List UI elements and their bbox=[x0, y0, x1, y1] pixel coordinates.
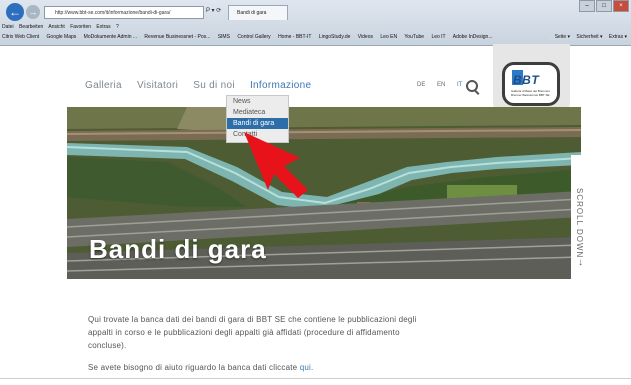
main-nav: Galleria Visitatori Su di noi Informazio… bbox=[85, 80, 323, 91]
nav-item-visitatori[interactable]: Visitatori bbox=[137, 80, 178, 91]
menu-item[interactable]: ? bbox=[116, 24, 119, 30]
dropdown-item-mediateca[interactable]: Mediateca bbox=[227, 107, 288, 118]
nav-item-informazione[interactable]: Informazione bbox=[250, 80, 311, 91]
favorite-link[interactable]: LingoStudy.de bbox=[319, 34, 351, 40]
language-switcher: DE EN IT bbox=[417, 82, 472, 88]
tool-security[interactable]: Sicherheit ▾ bbox=[576, 34, 602, 40]
logo-text: BBT bbox=[513, 73, 540, 87]
lang-de[interactable]: DE bbox=[417, 82, 425, 88]
favorite-link[interactable]: Google Maps bbox=[47, 34, 77, 40]
favorite-link[interactable]: SIMS bbox=[218, 34, 230, 40]
red-arrow-icon bbox=[244, 132, 308, 198]
window-controls: – □ × bbox=[579, 0, 629, 12]
favorite-link[interactable]: YouTube bbox=[404, 34, 424, 40]
minimize-icon[interactable]: – bbox=[579, 0, 595, 12]
favorite-link[interactable]: Videos bbox=[358, 34, 373, 40]
scroll-down-arrow-icon[interactable]: ↓ bbox=[578, 257, 583, 268]
favorite-link[interactable]: MoDokumente Admin ... bbox=[84, 34, 137, 40]
browser-tools: Seite ▾ Sicherheit ▾ Extras ▾ bbox=[547, 34, 627, 40]
maximize-icon[interactable]: □ bbox=[596, 0, 612, 12]
intro-text: Qui trovate la banca dati dei bandi di g… bbox=[88, 315, 417, 350]
logo-card: BBT Galleria di Base del Brennero Brenne… bbox=[502, 62, 560, 106]
hero-title: Bandi di gara bbox=[89, 234, 267, 264]
address-bar[interactable]: http://www.bbt-se.com/it/informazione/ba… bbox=[44, 6, 204, 19]
forward-arrow-icon[interactable]: → bbox=[26, 5, 40, 19]
browser-tab[interactable]: Bandi di gara bbox=[228, 5, 288, 20]
tool-page[interactable]: Seite ▾ bbox=[555, 34, 570, 40]
close-icon[interactable]: × bbox=[613, 0, 629, 12]
dropdown-item-news[interactable]: News bbox=[227, 96, 288, 107]
help-link[interactable]: qui bbox=[300, 363, 311, 372]
favorite-link[interactable]: Adobe InDesign... bbox=[453, 34, 493, 40]
favorite-link[interactable]: Leo EN bbox=[380, 34, 397, 40]
logo-subtitle: Galleria di Base del Brennero Brenner Ba… bbox=[511, 89, 551, 97]
help-text-end: . bbox=[311, 363, 314, 372]
nav-item-galleria[interactable]: Galleria bbox=[85, 80, 122, 91]
tool-extras[interactable]: Extras ▾ bbox=[609, 34, 627, 40]
hero-image: Bandi di gara bbox=[67, 107, 581, 279]
favorite-link[interactable]: Control Gallery bbox=[237, 34, 270, 40]
browser-chrome: ← → http://www.bbt-se.com/it/informazion… bbox=[0, 0, 631, 46]
search-icon[interactable] bbox=[466, 80, 478, 92]
menu-item[interactable]: Extras bbox=[96, 24, 110, 30]
favorite-link[interactable]: Leo IT bbox=[431, 34, 445, 40]
menu-item[interactable]: Datei bbox=[2, 24, 14, 30]
help-text: Se avete bisogno di aiuto riguardo la ba… bbox=[88, 363, 313, 372]
favorite-link[interactable]: Revenue Businessnet - Pos... bbox=[144, 34, 210, 40]
menu-item[interactable]: Bearbeiten bbox=[19, 24, 43, 30]
lang-en[interactable]: EN bbox=[437, 82, 445, 88]
help-text-main: Se avete bisogno di aiuto riguardo la ba… bbox=[88, 363, 300, 372]
lang-it[interactable]: IT bbox=[457, 82, 462, 88]
favorite-link[interactable]: Home - BBT-IT bbox=[278, 34, 311, 40]
favorites-bar: Citrix Web Client Google Maps MoDokument… bbox=[2, 34, 629, 40]
nav-item-su-di-noi[interactable]: Su di noi bbox=[193, 80, 235, 91]
menu-item[interactable]: Favoriten bbox=[70, 24, 91, 30]
dropdown-item-bandi-di-gara[interactable]: Bandi di gara bbox=[227, 118, 288, 129]
menu-bar: Datei Bearbeiten Ansicht Favoriten Extra… bbox=[2, 24, 123, 30]
scroll-down-label[interactable]: SCROLL DOWN bbox=[575, 188, 584, 258]
menu-item[interactable]: Ansicht bbox=[48, 24, 64, 30]
divider bbox=[0, 378, 631, 379]
favorite-link[interactable]: Citrix Web Client bbox=[2, 34, 39, 40]
address-controls[interactable]: P ▾ ⟳ bbox=[206, 7, 221, 14]
back-arrow-icon[interactable]: ← bbox=[6, 3, 24, 21]
